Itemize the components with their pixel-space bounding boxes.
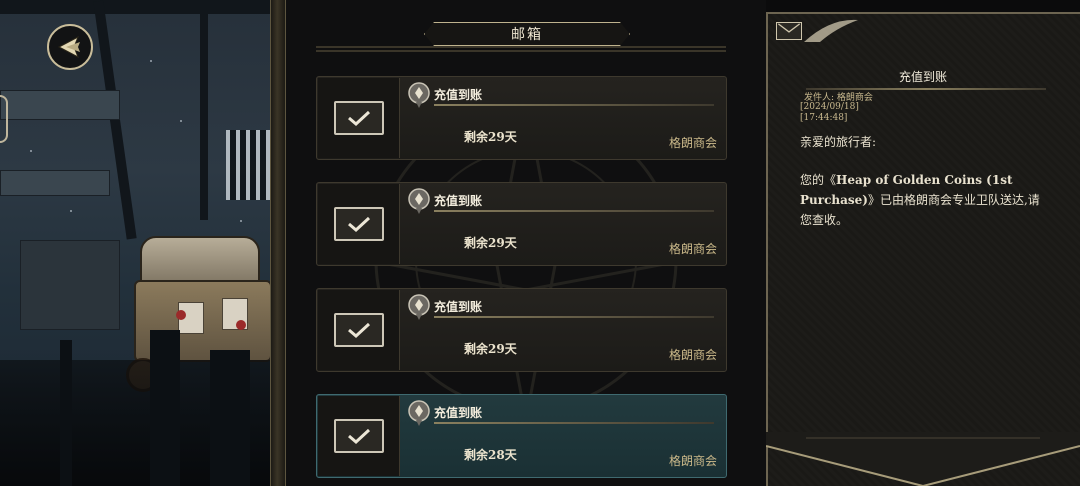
- fence-post: [210, 350, 250, 486]
- mail-title-rule: [434, 210, 714, 212]
- background-scene: [0, 0, 272, 486]
- mailbox-title-tab: 邮箱: [424, 22, 630, 46]
- detail-time: [17:44:48]: [800, 113, 848, 123]
- mail-remaining-days: 剩余29天: [464, 236, 517, 250]
- mail-sender: 格朗商会: [668, 136, 717, 150]
- read-check-icon: [333, 419, 384, 453]
- mail-sender: 格朗商会: [668, 242, 717, 256]
- wax-seal-icon: [408, 400, 430, 426]
- mail-title-rule: [434, 104, 714, 106]
- mail-title: 充值到账: [434, 194, 483, 208]
- mail-icon-box: [318, 184, 400, 264]
- message-prefix: 您的《: [800, 173, 837, 187]
- wax-seal-icon: [408, 294, 430, 320]
- mail-remaining-days: 剩余28天: [464, 448, 517, 462]
- snow-flake: [30, 150, 32, 152]
- mail-title: 充值到账: [434, 300, 483, 314]
- header-rule: [316, 46, 726, 52]
- snow-flake: [150, 60, 152, 62]
- mail-detail-panel: 充值到账 发件人: 格朗商会 [2024/09/18] [17:44:48] 亲…: [766, 12, 1080, 486]
- mail-title-rule: [434, 316, 714, 318]
- side-tab-handle[interactable]: [0, 95, 8, 143]
- scene-plank: [0, 90, 120, 120]
- scene-window: [226, 130, 272, 200]
- read-check-icon: [333, 101, 384, 135]
- snow-flake: [240, 220, 242, 222]
- back-arrow-icon: [57, 35, 80, 59]
- detail-greeting: 亲爱的旅行者:: [800, 135, 877, 149]
- panel-divider: [270, 0, 286, 486]
- cart-seal: [176, 310, 186, 320]
- read-check-icon: [333, 313, 384, 347]
- mail-title-rule: [434, 422, 714, 424]
- mail-icon-box: [318, 396, 400, 476]
- detail-title: 充值到账: [898, 70, 947, 84]
- mail-item[interactable]: 充值到账 剩余29天 格朗商会: [316, 288, 727, 372]
- read-check-icon: [333, 207, 384, 241]
- wax-seal-icon: [408, 188, 430, 214]
- corner-flourish: [804, 19, 858, 42]
- fence-post: [60, 340, 72, 486]
- wax-seal-icon: [408, 82, 430, 108]
- back-button[interactable]: [47, 24, 93, 70]
- mail-remaining-days: 剩余29天: [464, 130, 517, 144]
- mail-icon-box: [318, 290, 400, 370]
- scene-shelf: [20, 240, 120, 330]
- scene-beam: [200, 0, 208, 220]
- mail-remaining-days: 剩余29天: [464, 342, 517, 356]
- detail-date: [2024/09/18]: [800, 102, 859, 112]
- mail-icon-box: [318, 78, 400, 158]
- fence-post: [150, 330, 180, 486]
- mail-sender: 格朗商会: [668, 454, 717, 468]
- detail-bottom-shield: [766, 432, 1080, 486]
- envelope-icon: [776, 22, 802, 40]
- scene-beam: [93, 0, 137, 240]
- mail-item-selected[interactable]: 充值到账 剩余28天 格朗商会: [316, 394, 727, 478]
- snow-flake: [180, 120, 182, 122]
- snow-flake: [70, 210, 72, 212]
- mail-title: 充值到账: [434, 88, 483, 102]
- cart-roof: [140, 236, 260, 286]
- mail-sender: 格朗商会: [668, 348, 717, 362]
- mail-title: 充值到账: [434, 406, 483, 420]
- scene-beam: [0, 0, 272, 14]
- mail-item[interactable]: 充值到账 剩余29天 格朗商会: [316, 182, 727, 266]
- scene-plank: [0, 170, 110, 196]
- detail-message: 您的《Heap of Golden Coins (1st Purchase)》已…: [800, 170, 1050, 230]
- cart-seal: [236, 320, 246, 330]
- page-title: 邮箱: [511, 27, 543, 43]
- mail-item[interactable]: 充值到账 剩余29天 格朗商会: [316, 76, 727, 160]
- mail-list-pane: 邮箱 充值到账 剩余29天 格朗商会 充值到账 剩余29天 格朗商会 充值到账 …: [286, 0, 766, 486]
